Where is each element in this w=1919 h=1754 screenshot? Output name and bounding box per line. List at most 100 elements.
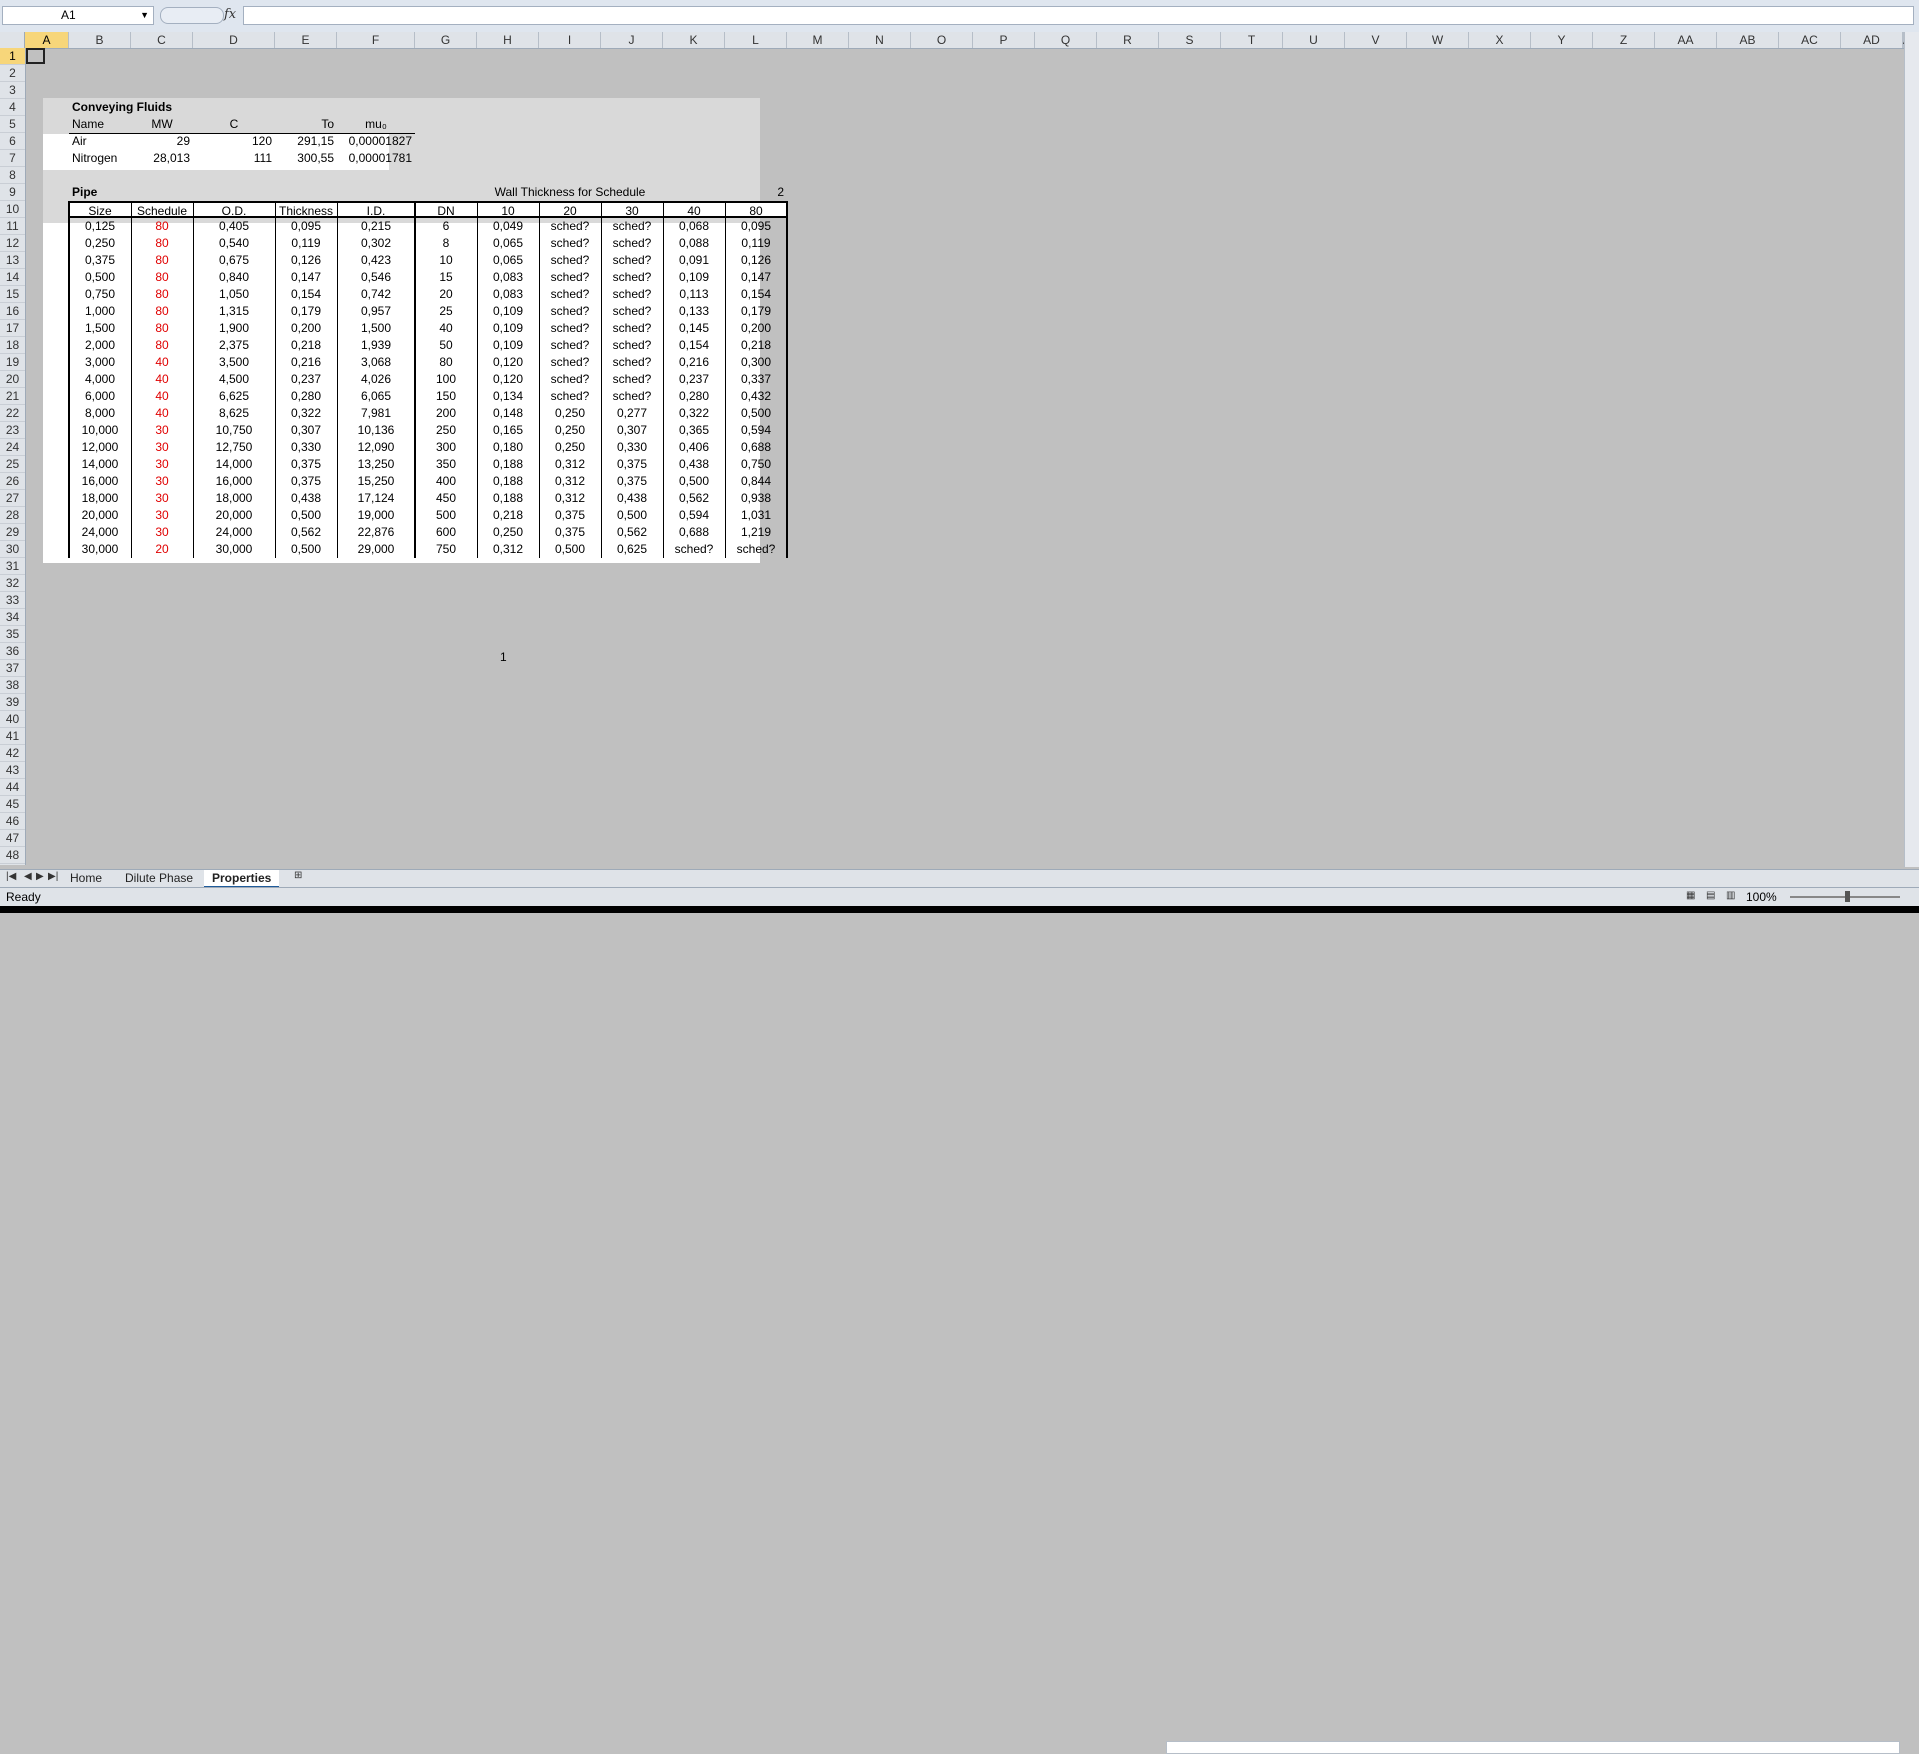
column-header[interactable]: AA xyxy=(1655,32,1717,48)
tab-dilute-phase[interactable]: Dilute Phase xyxy=(117,870,201,886)
insert-sheet-icon[interactable]: ⊞ xyxy=(294,870,302,881)
column-header[interactable]: AC xyxy=(1779,32,1841,48)
pipe-cell[interactable]: 0,375 xyxy=(601,473,663,490)
pipe-cell[interactable]: 0,119 xyxy=(725,235,787,252)
pipe-cell[interactable]: sched? xyxy=(601,235,663,252)
pipe-cell[interactable]: 0,165 xyxy=(477,422,539,439)
row-header[interactable]: 7 xyxy=(0,150,25,167)
row-header[interactable]: 24 xyxy=(0,439,25,456)
row-header[interactable]: 40 xyxy=(0,711,25,728)
pipe-cell[interactable]: 0,312 xyxy=(539,473,601,490)
row-header[interactable]: 35 xyxy=(0,626,25,643)
pipe-cell[interactable]: sched? xyxy=(601,388,663,405)
pipe-cell[interactable]: 10,000 xyxy=(69,422,131,439)
pipe-cell[interactable]: 8 xyxy=(415,235,477,252)
column-header[interactable]: P xyxy=(973,32,1035,48)
pipe-cell[interactable]: 0,147 xyxy=(725,269,787,286)
pipe-cell[interactable]: sched? xyxy=(539,269,601,286)
pipe-cell[interactable]: 0,312 xyxy=(477,541,539,558)
pipe-cell[interactable]: 20 xyxy=(131,541,193,558)
pipe-cell[interactable]: 0,065 xyxy=(477,235,539,252)
pipe-cell[interactable]: 4,000 xyxy=(69,371,131,388)
row-header[interactable]: 22 xyxy=(0,405,25,422)
active-cell[interactable] xyxy=(26,48,45,64)
pipe-cell[interactable]: 3,000 xyxy=(69,354,131,371)
pipe-cell[interactable]: 0,742 xyxy=(337,286,415,303)
pipe-cell[interactable]: 17,124 xyxy=(337,490,415,507)
page-layout-icon[interactable]: ▤ xyxy=(1706,890,1715,901)
pipe-cell[interactable]: 10 xyxy=(415,252,477,269)
pipe-cell[interactable]: sched? xyxy=(725,541,787,558)
pipe-cell[interactable]: 0,145 xyxy=(663,320,725,337)
row-header[interactable]: 8 xyxy=(0,167,25,184)
pipe-cell[interactable]: 0,750 xyxy=(725,456,787,473)
pipe-cell[interactable]: 0,068 xyxy=(663,218,725,235)
pipe-cell[interactable]: 250 xyxy=(415,422,477,439)
pipe-cell[interactable]: 30 xyxy=(131,456,193,473)
pipe-cell[interactable]: 80 xyxy=(131,303,193,320)
pipe-cell[interactable]: 12,090 xyxy=(337,439,415,456)
pipe-header[interactable]: 20 xyxy=(539,201,601,218)
row-header[interactable]: 11 xyxy=(0,218,25,235)
fluids-cell[interactable]: 120 xyxy=(193,133,275,150)
pipe-cell[interactable]: 0,546 xyxy=(337,269,415,286)
pipe-cell[interactable]: 0,300 xyxy=(725,354,787,371)
row-header[interactable]: 27 xyxy=(0,490,25,507)
pipe-cell[interactable]: 14,000 xyxy=(193,456,275,473)
pipe-cell[interactable]: 0,540 xyxy=(193,235,275,252)
row-header[interactable]: 43 xyxy=(0,762,25,779)
row-header[interactable]: 39 xyxy=(0,694,25,711)
row-header[interactable]: 31 xyxy=(0,558,25,575)
fluids-header[interactable]: C xyxy=(193,116,275,133)
pipe-cell[interactable]: sched? xyxy=(601,320,663,337)
row-header[interactable]: 18 xyxy=(0,337,25,354)
row-header[interactable]: 46 xyxy=(0,813,25,830)
pipe-cell[interactable]: 0,432 xyxy=(725,388,787,405)
pipe-cell[interactable]: 2,000 xyxy=(69,337,131,354)
column-header[interactable]: Y xyxy=(1531,32,1593,48)
row-header[interactable]: 36 xyxy=(0,643,25,660)
select-all-corner[interactable] xyxy=(0,32,25,48)
fluids-header[interactable]: mu₀ xyxy=(337,116,415,133)
pipe-cell[interactable]: 80 xyxy=(131,252,193,269)
chevron-down-icon[interactable]: ▼ xyxy=(140,7,149,24)
pipe-cell[interactable]: 0,957 xyxy=(337,303,415,320)
column-header[interactable]: O xyxy=(911,32,973,48)
pipe-cell[interactable]: 0,365 xyxy=(663,422,725,439)
formula-bar-handle[interactable] xyxy=(160,7,224,24)
row-header[interactable]: 45 xyxy=(0,796,25,813)
page-break-icon[interactable]: ▥ xyxy=(1726,890,1735,901)
fluids-cell[interactable]: 300,55 xyxy=(275,150,337,167)
pipe-cell[interactable]: 0,562 xyxy=(275,524,337,541)
pipe-cell[interactable]: 30 xyxy=(131,439,193,456)
column-header[interactable]: W xyxy=(1407,32,1469,48)
pipe-cell[interactable]: 350 xyxy=(415,456,477,473)
fluids-cell[interactable]: 111 xyxy=(193,150,275,167)
pipe-cell[interactable]: 80 xyxy=(131,337,193,354)
pipe-cell[interactable]: 0,154 xyxy=(725,286,787,303)
horizontal-scrollbar[interactable] xyxy=(1166,1741,1900,1754)
pipe-cell[interactable]: 0,109 xyxy=(477,320,539,337)
fluids-title[interactable]: Conveying Fluids xyxy=(69,99,275,116)
pipe-cell[interactable]: 0,330 xyxy=(275,439,337,456)
pipe-cell[interactable]: 1,315 xyxy=(193,303,275,320)
row-header[interactable]: 48 xyxy=(0,847,25,864)
pipe-cell[interactable]: 30 xyxy=(131,473,193,490)
pipe-cell[interactable]: 0,750 xyxy=(69,286,131,303)
pipe-cell[interactable]: 30,000 xyxy=(69,541,131,558)
pipe-cell[interactable]: 40 xyxy=(131,405,193,422)
pipe-cell[interactable]: 0,109 xyxy=(477,303,539,320)
pipe-cell[interactable]: 30 xyxy=(131,490,193,507)
pipe-cell[interactable]: 40 xyxy=(131,371,193,388)
pipe-cell[interactable]: sched? xyxy=(539,371,601,388)
row-header[interactable]: 21 xyxy=(0,388,25,405)
pipe-cell[interactable]: 0,215 xyxy=(337,218,415,235)
pipe-cell[interactable]: 0,500 xyxy=(275,507,337,524)
pipe-cell[interactable]: 0,500 xyxy=(663,473,725,490)
tab-home[interactable]: Home xyxy=(62,870,110,886)
row-header[interactable]: 14 xyxy=(0,269,25,286)
pipe-cell[interactable]: 0,154 xyxy=(663,337,725,354)
pipe-cell[interactable]: 0,375 xyxy=(275,456,337,473)
pipe-header[interactable]: 40 xyxy=(663,201,725,218)
pipe-cell[interactable]: 750 xyxy=(415,541,477,558)
